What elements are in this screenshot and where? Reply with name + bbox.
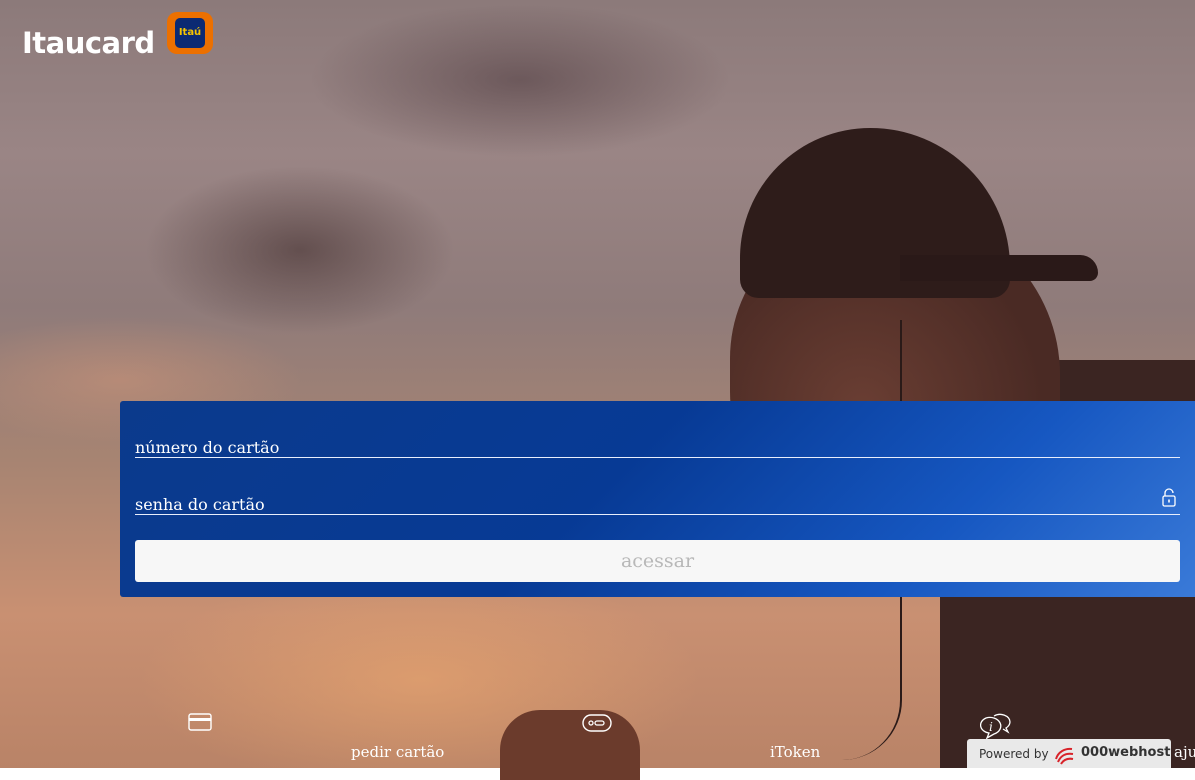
- webhost-logo-icon: [1053, 743, 1075, 765]
- background-photo: [0, 0, 1195, 780]
- nav-label-itoken: iToken: [770, 743, 821, 761]
- lock-icon: [1162, 487, 1176, 507]
- powered-by-label: Powered by: [979, 747, 1049, 761]
- acessar-button[interactable]: acessar: [135, 540, 1180, 582]
- nav-label-ajuda: aju: [1174, 743, 1195, 761]
- nav-item-itoken[interactable]: iToken: [582, 712, 842, 768]
- token-icon: [582, 713, 612, 737]
- nav-item-pedir-cartao[interactable]: pedir cartão: [188, 712, 488, 768]
- svg-text:i: i: [989, 720, 993, 734]
- itau-badge-text: Itaú: [175, 18, 205, 48]
- powered-by-brand: 000webhost: [1081, 745, 1171, 760]
- card-password-field: [135, 484, 1180, 518]
- powered-by-badge[interactable]: Powered by 000webhost: [967, 739, 1171, 768]
- login-panel: acessar: [120, 401, 1195, 597]
- card-number-field: [135, 427, 1180, 461]
- logo-text: Itaucard: [22, 26, 155, 60]
- itaucard-logo[interactable]: Itaucard Itaú: [22, 12, 222, 60]
- itau-badge-icon: Itaú: [167, 12, 213, 54]
- card-password-input[interactable]: [135, 484, 1180, 518]
- card-number-input[interactable]: [135, 427, 1180, 461]
- nav-label-pedir-cartao: pedir cartão: [351, 743, 445, 761]
- credit-card-icon: [188, 712, 212, 736]
- person-cap-brim: [900, 255, 1098, 281]
